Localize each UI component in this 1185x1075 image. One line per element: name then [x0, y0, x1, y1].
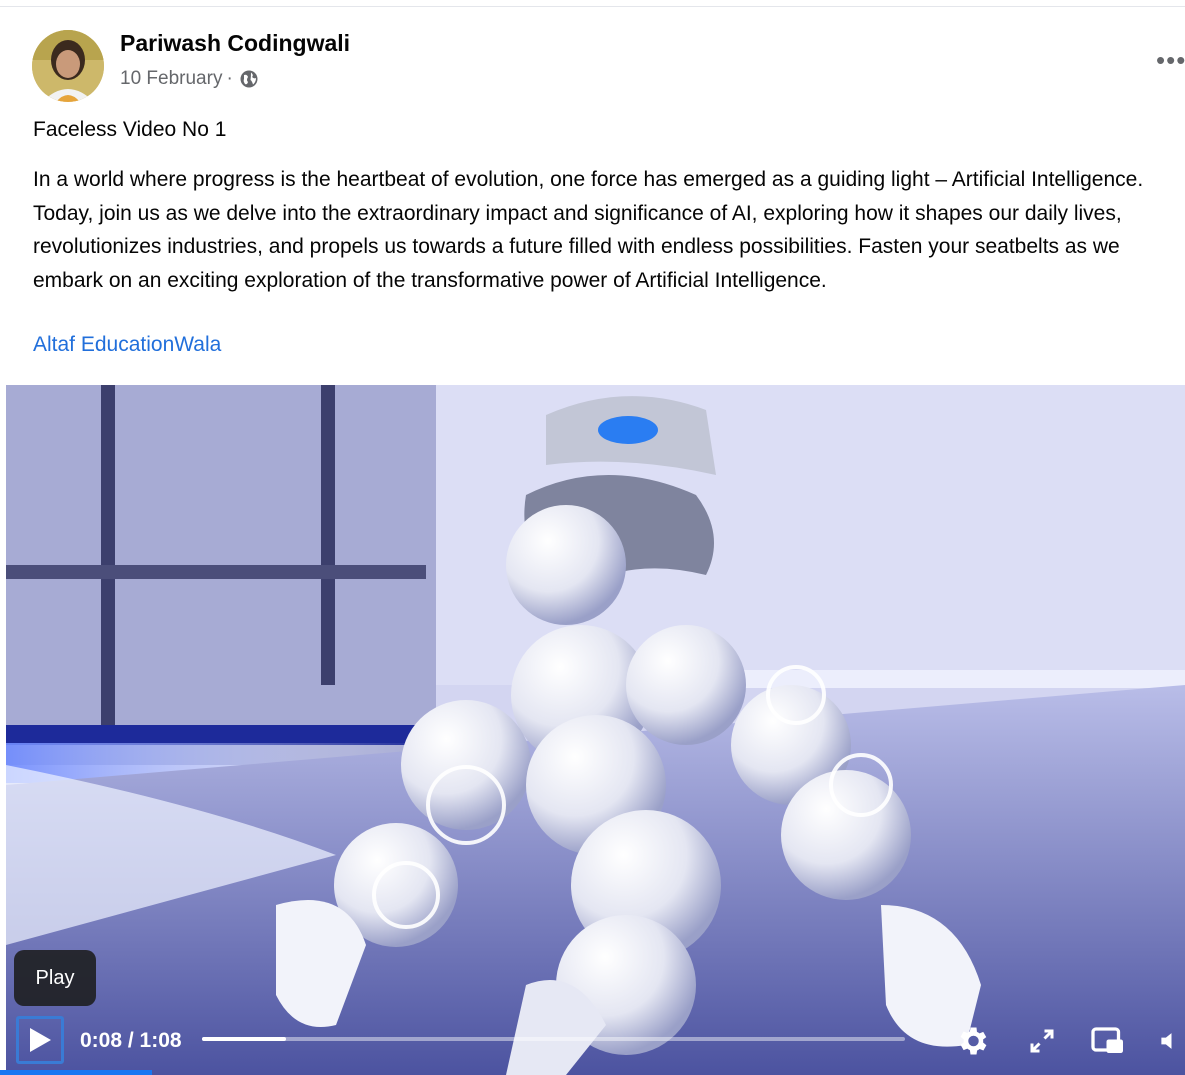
video-player[interactable]: [6, 385, 1185, 1075]
meta-separator: ·: [226, 68, 233, 89]
video-progress-fill: [202, 1037, 287, 1041]
play-button[interactable]: [16, 1016, 64, 1064]
post-description: In a world where progress is the heartbe…: [33, 168, 1144, 292]
globe-icon[interactable]: [239, 69, 259, 89]
tagged-page-link[interactable]: Altaf EducationWala: [33, 333, 221, 357]
volume-icon: [1161, 1033, 1172, 1049]
author-name[interactable]: Pariwash Codingwali: [120, 30, 350, 57]
play-tooltip: Play: [14, 950, 96, 1006]
video-frame: [6, 385, 1185, 1075]
post-meta: 10 February ·: [120, 68, 259, 90]
play-icon: [30, 1028, 51, 1052]
more-options-icon[interactable]: •••: [1156, 47, 1185, 73]
settings-button[interactable]: [952, 1021, 992, 1061]
accent-bar: [0, 1070, 152, 1075]
picture-in-picture-icon: [1091, 1027, 1123, 1053]
gear-icon: [960, 1027, 987, 1055]
volume-button[interactable]: [1158, 1021, 1185, 1061]
picture-in-picture-button[interactable]: [1088, 1021, 1128, 1061]
top-divider: [0, 6, 1185, 7]
avatar-image: [32, 30, 104, 102]
fullscreen-button[interactable]: [1022, 1021, 1062, 1061]
video-progress-bar[interactable]: [202, 1037, 905, 1041]
post-date[interactable]: 10 February: [120, 68, 222, 90]
expand-icon: [1030, 1029, 1054, 1053]
post-title: Faceless Video No 1: [33, 118, 227, 141]
video-time: 0:08 / 1:08: [80, 1029, 182, 1052]
author-avatar[interactable]: [32, 30, 104, 102]
